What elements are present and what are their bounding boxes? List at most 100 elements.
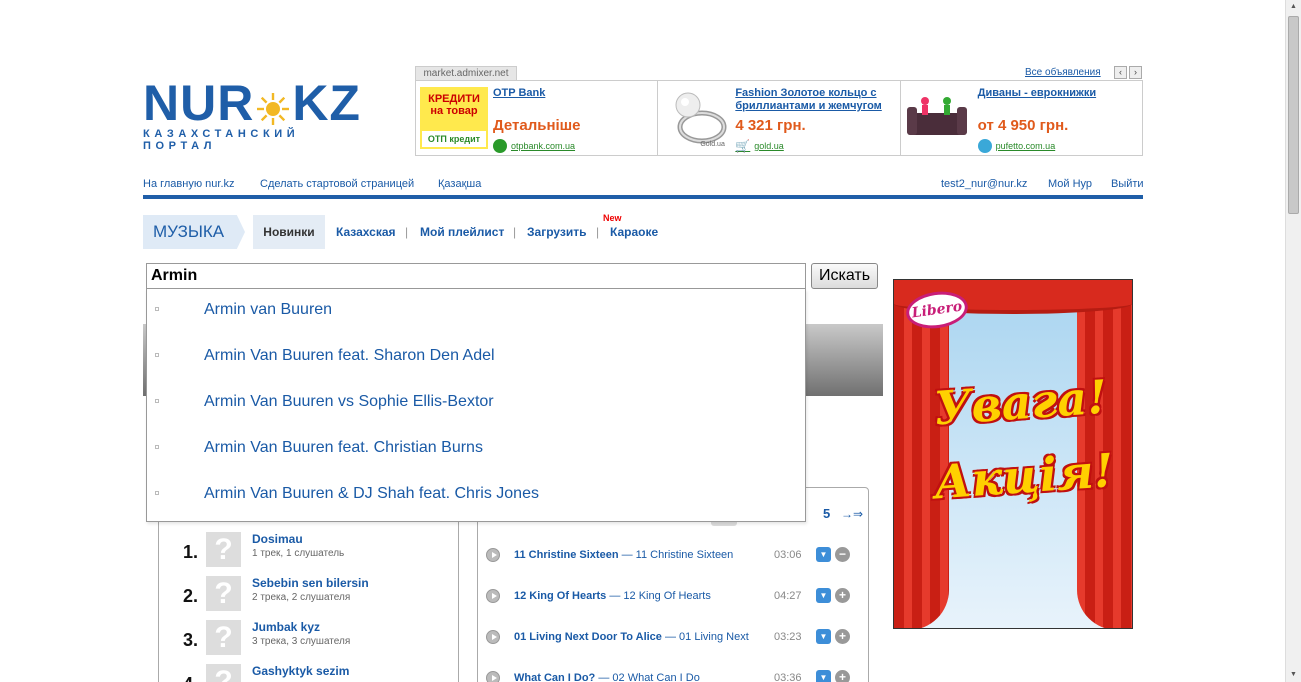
ad-price: от 4 950 грн. [977,117,1069,134]
ad-source-link[interactable]: pufetto.com.ua [977,139,1056,153]
track-name: — 11 Christine Sixteen [621,549,734,561]
ad-title[interactable]: Диваны - еврокнижки [978,87,1136,100]
ad-source-text: otpbank.com.ua [511,141,576,151]
artist-rank: 1. [183,542,199,562]
artist-placeholder-icon[interactable]: ? [206,620,241,655]
page-scrollbar[interactable]: ▲ ▼ [1285,0,1301,682]
ad-thumb-caption: КРЕДИТИ на товар [428,93,480,117]
track-duration: 03:23 [774,631,802,643]
tab-new-releases[interactable]: Новинки [253,215,325,249]
play-icon[interactable] [486,671,500,682]
menu-separator: | [513,225,517,239]
suggestion-item[interactable]: Armin Van Buuren feat. Christian Burns [147,427,805,473]
play-icon[interactable] [486,589,500,603]
suggestion-text: Armin van Buuren [204,301,333,318]
all-ads-link[interactable]: Все объявления [1025,67,1101,78]
ads-next-button[interactable]: › [1129,66,1142,79]
scroll-down-icon[interactable]: ▼ [1286,668,1301,682]
tab-karaoke[interactable]: Караоке [610,225,658,239]
download-icon[interactable]: ▼ [816,547,831,562]
track-row: What Can I Do? — 02 What Can I Do 03:36 … [478,669,868,682]
artist-name-link[interactable]: Dosimau [252,532,303,546]
artist-name-link[interactable]: Jumbak kyz [252,620,320,634]
make-start-page-link[interactable]: Сделать стартовой страницей [260,178,414,190]
ad-strip: КРЕДИТИ на товар ОТП кредит OTP Bank Дет… [415,80,1143,156]
ad-thumb-otp: КРЕДИТИ на товар ОТП кредит [420,87,488,149]
kazakh-language-link[interactable]: Қазақша [438,178,481,190]
promo-line-2: Акція! [932,443,1116,510]
artist-name-link[interactable]: Sebebin sen bilersin [252,576,369,590]
track-name: — 12 King Of Hearts [609,590,711,602]
download-icon[interactable]: ▼ [816,629,831,644]
suggestion-item[interactable]: Armin Van Buuren feat. Sharon Den Adel [147,335,805,381]
track-title-link[interactable]: 11 Christine Sixteen — 11 Christine Sixt… [514,549,733,561]
ad-item-gold[interactable]: Gold.ua Fashion Золотое кольцо с бриллиа… [658,81,901,155]
artist-placeholder-icon[interactable]: ? [206,664,241,682]
artist-meta: 2 трека, 2 слушателя [252,592,351,603]
cart-icon: 🛒 [735,139,751,153]
track-duration: 03:06 [774,549,802,561]
artist-rank: 2. [183,586,199,606]
tab-upload[interactable]: Загрузить [527,225,586,239]
list-item: 4. ? Gashyktyk sezim [159,664,459,682]
download-icon[interactable]: ▼ [816,670,831,682]
music-section-label[interactable]: МУЗЫКА [143,215,245,249]
ad-title[interactable]: OTP Bank [493,87,651,100]
artist-placeholder-icon[interactable]: ? [206,532,241,567]
track-title-link[interactable]: 01 Living Next Door To Alice — 01 Living… [514,631,749,643]
ad-item-otp[interactable]: КРЕДИТИ на товар ОТП кредит OTP Bank Дет… [416,81,659,155]
add-to-playlist-icon[interactable]: + [835,588,850,603]
search-button[interactable]: Искать [811,263,878,289]
track-title-link[interactable]: 12 King Of Hearts — 12 King Of Hearts [514,590,711,602]
play-icon[interactable] [486,548,500,562]
ad-source-link[interactable]: otpbank.com.ua [493,139,575,153]
download-icon[interactable]: ▼ [816,588,831,603]
music-search-input[interactable] [146,263,806,289]
my-nur-link[interactable]: Мой Нур [1048,178,1092,190]
artist-name-link[interactable]: Gashyktyk sezim [252,664,349,678]
bullet-icon [155,399,159,403]
pager-next-arrow[interactable]: →⇒ [841,507,863,521]
scroll-up-icon[interactable]: ▲ [1286,0,1301,14]
ad-title[interactable]: Fashion Золотое кольцо с бриллиантами и … [735,87,893,113]
artist-rank: 3. [183,630,199,650]
home-link[interactable]: На главную nur.kz [143,178,235,190]
user-email-link[interactable]: test2_nur@nur.kz [941,178,1027,190]
list-item: 1. ? Dosimau 1 трек, 1 слушатель [159,532,459,576]
pager-page-number[interactable]: 5 [823,506,830,521]
scrollbar-thumb[interactable] [1288,16,1299,214]
nur-kz-logo[interactable]: NUR KZ КАЗАХСТАНСКИЙ ПОРТАЛ [143,78,360,152]
add-to-playlist-icon[interactable]: + [835,629,850,644]
artist-placeholder-icon[interactable]: ? [206,576,241,611]
track-artist: What Can I Do? [514,672,596,682]
suggestion-item[interactable]: Armin Van Buuren & DJ Shah feat. Chris J… [147,473,805,519]
promo-banner[interactable]: Libero Увага! Акція! [893,279,1133,629]
list-item: 2. ? Sebebin sen bilersin 2 трека, 2 слу… [159,576,459,620]
new-badge: New [603,213,622,223]
bullet-icon [155,445,159,449]
play-icon[interactable] [486,630,500,644]
top-artists-panel: 1. ? Dosimau 1 трек, 1 слушатель 2. ? Se… [158,500,459,682]
suggestion-item[interactable]: Armin van Buuren [147,289,805,335]
track-artist: 12 King Of Hearts [514,590,607,602]
logout-link[interactable]: Выйти [1111,178,1144,190]
tab-my-playlist[interactable]: Мой плейлист [420,225,504,239]
ads-prev-button[interactable]: ‹ [1114,66,1127,79]
logo-wordmark: NUR KZ [143,78,360,128]
otp-icon [493,139,507,153]
ad-source-text: pufetto.com.ua [995,141,1056,151]
ad-price: Детальніше [493,117,581,134]
track-duration: 04:27 [774,590,802,602]
add-to-playlist-icon[interactable]: + [835,670,850,682]
ad-source-link[interactable]: 🛒 gold.ua [735,139,783,153]
track-title-link[interactable]: What Can I Do? — 02 What Can I Do [514,672,700,682]
ad-item-sofa[interactable]: Диваны - еврокнижки от 4 950 грн. pufett… [901,81,1142,155]
remove-from-playlist-icon[interactable]: − [835,547,850,562]
track-name: — 01 Living Next [664,631,749,643]
tab-kazakh[interactable]: Казахская [336,225,396,239]
suggestion-text: Armin Van Buuren feat. Sharon Den Adel [204,347,495,364]
ad-source-tab: market.admixer.net [415,66,517,80]
track-row: 11 Christine Sixteen — 11 Christine Sixt… [478,546,868,566]
suggestion-item[interactable]: Armin Van Buuren vs Sophie Ellis-Bextor [147,381,805,427]
pufetto-icon [977,139,992,153]
